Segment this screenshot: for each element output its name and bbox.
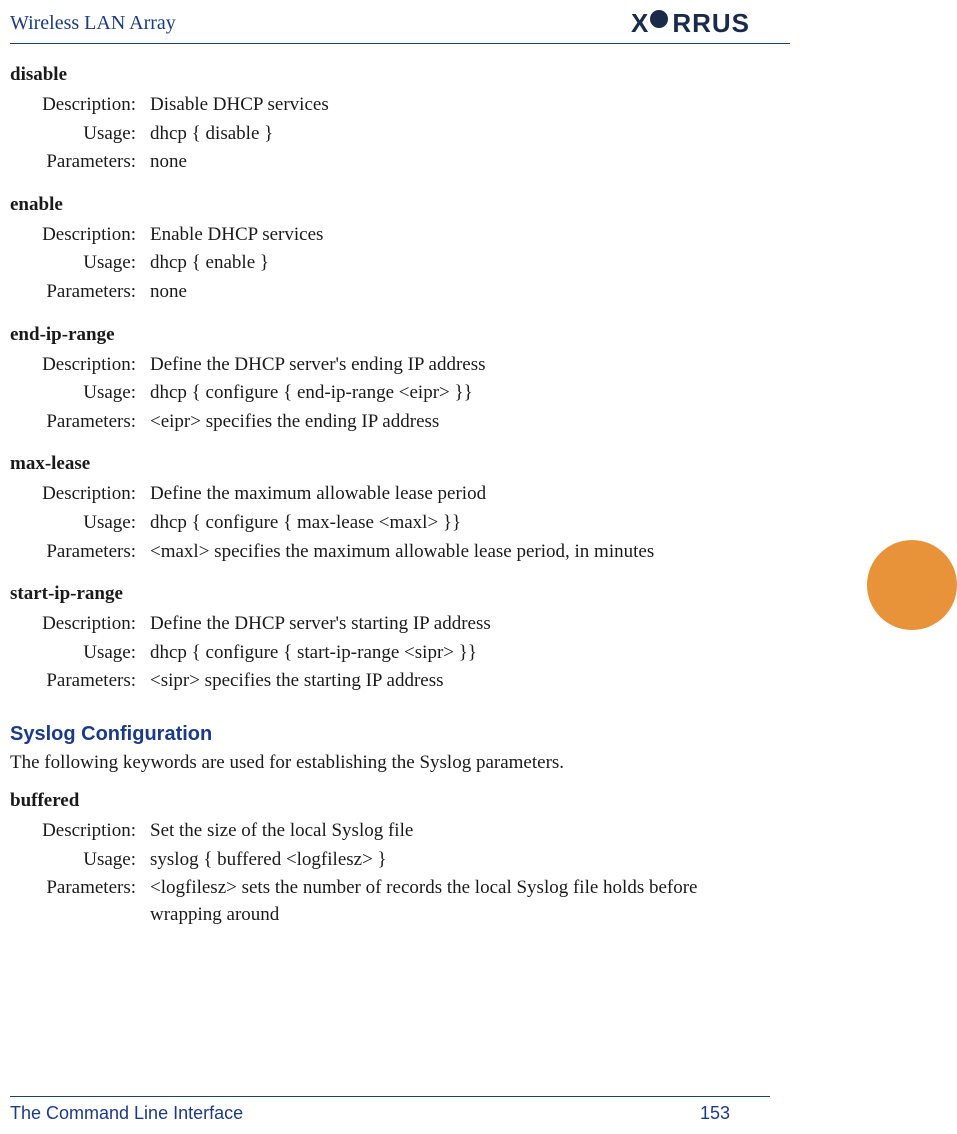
value-description: Set the size of the local Syslog file <box>150 818 750 845</box>
label-description: Description: <box>10 818 150 845</box>
value-parameters: none <box>150 149 750 176</box>
value-description: Define the DHCP server's ending IP addre… <box>150 352 750 379</box>
label-description: Description: <box>10 481 150 508</box>
page-footer: The Command Line Interface 153 <box>10 1096 770 1124</box>
command-end-ip-range: end-ip-range Description: Define the DHC… <box>10 324 750 436</box>
value-parameters: <eipr> specifies the ending IP address <box>150 409 750 436</box>
tab-marker-icon <box>867 540 957 630</box>
section-heading-syslog: Syslog Configuration <box>10 723 750 746</box>
value-parameters: <sipr> specifies the starting IP address <box>150 668 750 695</box>
logo-dot-icon <box>650 10 668 28</box>
command-name: end-ip-range <box>10 324 750 346</box>
label-usage: Usage: <box>10 250 150 277</box>
command-name: enable <box>10 194 750 216</box>
value-usage: dhcp { configure { start-ip-range <sipr>… <box>150 640 750 667</box>
command-start-ip-range: start-ip-range Description: Define the D… <box>10 583 750 695</box>
label-parameters: Parameters: <box>10 409 150 436</box>
footer-chapter: The Command Line Interface <box>10 1103 243 1124</box>
label-description: Description: <box>10 92 150 119</box>
value-usage: dhcp { enable } <box>150 250 750 277</box>
command-buffered: buffered Description: Set the size of th… <box>10 790 750 928</box>
logo-text: RRUS <box>672 8 750 39</box>
value-parameters: none <box>150 279 750 306</box>
command-disable: disable Description: Disable DHCP servic… <box>10 64 750 176</box>
label-usage: Usage: <box>10 847 150 874</box>
command-max-lease: max-lease Description: Define the maximu… <box>10 453 750 565</box>
label-parameters: Parameters: <box>10 539 150 566</box>
logo: X RRUS <box>631 8 750 39</box>
value-description: Enable DHCP services <box>150 222 750 249</box>
command-name: disable <box>10 64 750 86</box>
value-usage: dhcp { configure { end-ip-range <eipr> }… <box>150 380 750 407</box>
label-usage: Usage: <box>10 121 150 148</box>
label-usage: Usage: <box>10 380 150 407</box>
value-description: Define the DHCP server's starting IP add… <box>150 611 750 638</box>
label-description: Description: <box>10 352 150 379</box>
label-usage: Usage: <box>10 640 150 667</box>
label-parameters: Parameters: <box>10 279 150 306</box>
label-usage: Usage: <box>10 510 150 537</box>
label-description: Description: <box>10 611 150 638</box>
page-header: Wireless LAN Array X RRUS <box>10 8 790 44</box>
command-name: buffered <box>10 790 750 812</box>
label-parameters: Parameters: <box>10 149 150 176</box>
value-usage: syslog { buffered <logfilesz> } <box>150 847 750 874</box>
label-description: Description: <box>10 222 150 249</box>
footer-page-number: 153 <box>700 1103 730 1124</box>
header-title: Wireless LAN Array <box>10 12 176 35</box>
label-parameters: Parameters: <box>10 875 150 928</box>
label-parameters: Parameters: <box>10 668 150 695</box>
value-parameters: <logfilesz> sets the number of records t… <box>150 875 750 928</box>
page-content: disable Description: Disable DHCP servic… <box>10 64 790 928</box>
command-name: start-ip-range <box>10 583 750 605</box>
value-description: Disable DHCP services <box>150 92 750 119</box>
command-enable: enable Description: Enable DHCP services… <box>10 194 750 306</box>
value-usage: dhcp { configure { max-lease <maxl> }} <box>150 510 750 537</box>
command-name: max-lease <box>10 453 750 475</box>
value-usage: dhcp { disable } <box>150 121 750 148</box>
section-intro: The following keywords are used for esta… <box>10 752 750 774</box>
value-description: Define the maximum allowable lease perio… <box>150 481 750 508</box>
value-parameters: <maxl> specifies the maximum allowable l… <box>150 539 750 566</box>
